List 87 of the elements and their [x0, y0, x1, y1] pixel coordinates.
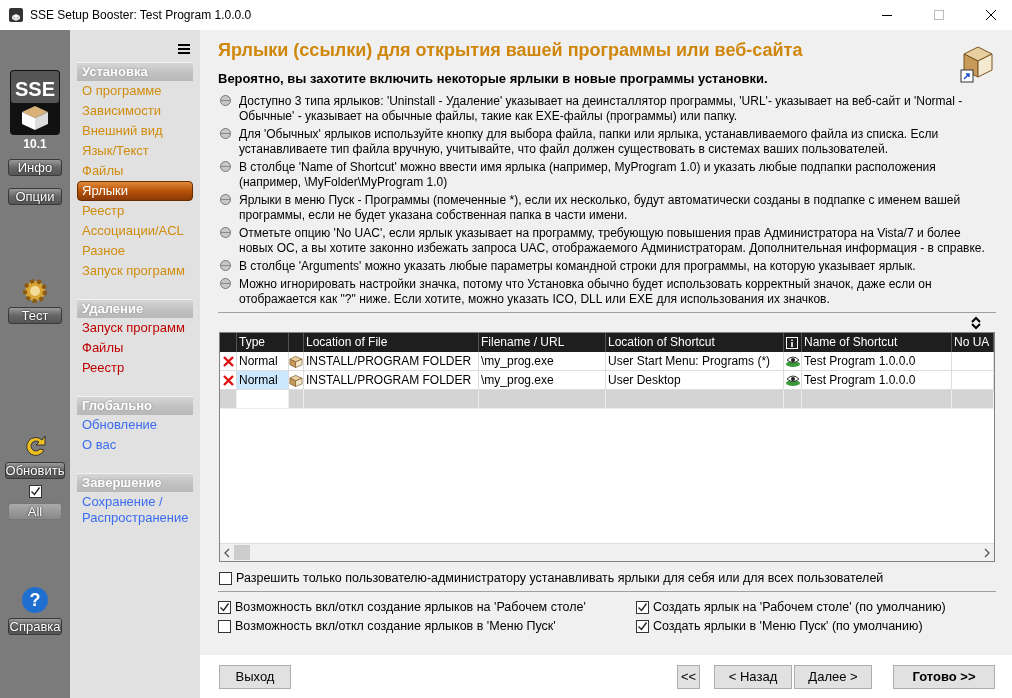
- hint-text: В столбце 'Name of Shortcut' можно ввести имя ярлыка (например, MyProgram 1.0) и указать любые подпапки расположения (например, \MyFolder\MyProgram 1.0): [239, 160, 937, 190]
- new-row-cell[interactable]: [304, 390, 479, 409]
- options-button[interactable]: Опции: [8, 188, 62, 205]
- version-label: 10.1: [23, 137, 47, 151]
- column-header[interactable]: Name of Shortcut: [802, 333, 952, 352]
- checkbox-label: Разрешить только пользователю-администратору устанавливать ярлыки для себя или для всех пользователей: [236, 571, 884, 585]
- expand-collapse-icon[interactable]: [970, 316, 982, 330]
- menu-icon[interactable]: [178, 44, 190, 54]
- exit-button[interactable]: Выход: [219, 664, 291, 689]
- delete-icon[interactable]: [222, 355, 234, 367]
- hint-text: Ярлыки в меню Пуск - Программы (помеченные *), если их несколько, будут автоматически созданы в подпапке с именем вашей программы, если не будет указана собственная папка в части имени.: [239, 193, 962, 223]
- bullet-icon: [220, 128, 231, 139]
- section-header: Глобально: [77, 396, 193, 415]
- column-header[interactable]: No UA: [952, 333, 994, 352]
- table-cell: [952, 352, 994, 371]
- back-button[interactable]: < Назад: [714, 664, 792, 689]
- column-header: [220, 333, 237, 352]
- bullet-icon: [220, 194, 231, 205]
- section-header: Установка: [77, 62, 193, 81]
- refresh-button[interactable]: Обновить: [5, 462, 65, 479]
- checkbox-label: Создать ярлык на 'Рабочем столе' (по умолчанию): [653, 600, 946, 614]
- logo-text: SSE: [15, 78, 55, 100]
- column-header[interactable]: Location of Shortcut: [606, 333, 784, 352]
- checkbox-label: Возможность вкл/откл создание ярлыков на 'Рабочем столе': [235, 600, 586, 614]
- table-cell: User Start Menu: Programs (*): [606, 352, 784, 371]
- new-row-cell[interactable]: [237, 390, 289, 409]
- nav-item[interactable]: О вас: [77, 435, 193, 455]
- page-subheading: Вероятно, вы захотите включить некоторые ярлыки в новые программы установки.: [218, 71, 769, 86]
- table-cell: \my_prog.exe: [479, 352, 606, 371]
- checkbox[interactable]: [218, 600, 231, 614]
- table-cell: INSTALL/PROGRAM FOLDER: [304, 352, 479, 371]
- next-button[interactable]: Далее >: [794, 664, 872, 689]
- checkbox[interactable]: [219, 571, 232, 585]
- nav-item[interactable]: Сохранение / Распространение: [77, 492, 193, 528]
- column-header[interactable]: Type: [237, 333, 289, 352]
- hint-text: Можно игнорировать настройки значка, потому что Установка обычно будет использовать корректный значок, даже если он отображается как "?" ниже. Если хотите, можно указать ICO, DLL или EXE для использования их значков.: [239, 277, 933, 307]
- shortcut-box-icon: [960, 44, 996, 84]
- nav-item[interactable]: Файлы: [77, 338, 193, 358]
- nav-item[interactable]: Обновление: [77, 415, 193, 435]
- hint-text: Доступно 3 типа ярлыков: 'Uninstall - Удаление' указывает на деинсталлятор программы, 'URL'- указывает на веб-сайт и 'Normal - Обычные' - указывает на обычные файлы, такие как EXE-файлы (программы) или папку.: [239, 94, 964, 124]
- new-row-cell[interactable]: [952, 390, 994, 409]
- horizontal-scrollbar[interactable]: [220, 543, 994, 561]
- bullet-icon: [220, 278, 231, 289]
- help-button[interactable]: Справка: [8, 618, 62, 635]
- new-row-cell[interactable]: [784, 390, 802, 409]
- page-heading: Ярлыки (ссылки) для открытия вашей программы или веб-сайта: [218, 40, 804, 61]
- bullet-icon: [220, 260, 231, 271]
- table-cell: Test Program 1.0.0.0: [802, 352, 952, 371]
- section-header: Удаление: [77, 299, 193, 318]
- column-header: [289, 333, 304, 352]
- info-button[interactable]: Инфо: [8, 159, 62, 176]
- all-checkbox[interactable]: [28, 485, 42, 498]
- hint-text: Для 'Обычных' ярлыков используйте кнопку для выбора файла, папки или ярлыка, устанавливаемого файла из списка. Если устанавливаете тип файла вручную, учитывайте, что файл должен существовать в системах ваших пользователей.: [239, 127, 940, 157]
- new-row-cell[interactable]: [220, 390, 237, 409]
- bullet-icon: [220, 227, 231, 238]
- checkbox[interactable]: [636, 619, 649, 633]
- checkbox[interactable]: [218, 619, 231, 633]
- help-mark: ?: [29, 590, 41, 610]
- checkbox-label: Создать ярлыки в 'Меню Пуск' (по умолчанию): [653, 619, 923, 633]
- hint-text: В столбце 'Arguments' можно указать любые параметры командной строки для программы, на которую указывает ярлык.: [239, 259, 916, 274]
- nav-item[interactable]: Реестр: [77, 358, 193, 378]
- gear-icon: [21, 277, 49, 305]
- finish-button[interactable]: Готово >>: [893, 664, 995, 689]
- bullet-icon: [220, 161, 231, 172]
- nav-item[interactable]: Запуск программ: [77, 318, 193, 338]
- box-icon: [22, 106, 48, 130]
- bullet-icon: [220, 95, 231, 106]
- new-row-cell[interactable]: [479, 390, 606, 409]
- window-title: SSE Setup Booster: Test Program 1.0.0.0: [30, 8, 253, 22]
- close-icon[interactable]: [986, 10, 996, 20]
- nav-item[interactable]: Ярлыки: [77, 181, 193, 201]
- checkbox-label: Возможность вкл/откл создание ярлыков в 'Меню Пуск': [235, 619, 556, 633]
- column-header[interactable]: Filename / URL: [479, 333, 606, 352]
- new-row-cell[interactable]: [289, 390, 304, 409]
- delete-icon[interactable]: [222, 374, 234, 386]
- info-icon: [786, 336, 798, 349]
- scroll-thumb[interactable]: [234, 545, 250, 560]
- table-cell[interactable]: Normal: [237, 371, 289, 390]
- app-icon: [8, 7, 24, 23]
- new-row-cell[interactable]: [802, 390, 952, 409]
- hint-text: Отметьте опцию 'No UAC', если ярлык указывает на программу, требующую повышения прав Администратора на Vista/7 и более новых ОС, а вы хотите законно избежать запроса UAC, отображаемого Администраторам. Дополнительная информация - в справке.: [239, 226, 986, 256]
- first-page-button[interactable]: <<: [677, 664, 700, 689]
- column-header[interactable]: Location of File: [304, 333, 479, 352]
- section-header: Завершение: [77, 473, 193, 492]
- checkbox[interactable]: [636, 600, 649, 614]
- new-row-cell[interactable]: [606, 390, 784, 409]
- test-button[interactable]: Тест: [8, 307, 62, 324]
